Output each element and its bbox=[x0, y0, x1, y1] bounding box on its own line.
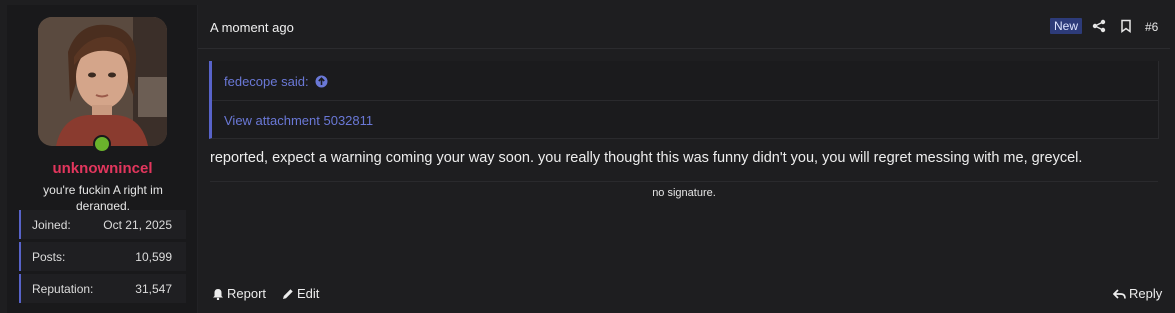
stat-value: Oct 21, 2025 bbox=[103, 217, 172, 232]
share-icon[interactable] bbox=[1092, 19, 1106, 33]
pencil-icon bbox=[283, 288, 293, 299]
edit-button[interactable]: Edit bbox=[282, 286, 319, 301]
post-container: unknownincel you're fuckin A right im de… bbox=[0, 0, 1175, 313]
post-timestamp[interactable]: A moment ago bbox=[210, 20, 294, 35]
new-badge: New bbox=[1050, 18, 1083, 34]
stat-joined: Joined: Oct 21, 2025 bbox=[19, 210, 186, 239]
quote-block: fedecope said: View attachment 5032811 bbox=[209, 61, 1159, 139]
reply-icon bbox=[1113, 288, 1126, 299]
post-header: A moment ago New #6 bbox=[198, 5, 1170, 49]
stat-value: 10,599 bbox=[135, 249, 172, 264]
stat-reputation: Reputation: 31,547 bbox=[19, 274, 186, 303]
stat-label: Joined: bbox=[32, 217, 71, 232]
stat-label: Posts: bbox=[32, 249, 66, 264]
quote-header: fedecope said: bbox=[212, 61, 1158, 101]
post-main: A moment ago New #6 fedecope said: View … bbox=[198, 5, 1175, 313]
post-number[interactable]: #6 bbox=[1145, 20, 1158, 34]
post-message: reported, expect a warning coming your w… bbox=[210, 150, 1083, 166]
report-label: Report bbox=[227, 286, 267, 301]
signature-divider bbox=[210, 181, 1158, 182]
signature: no signature. bbox=[652, 187, 716, 199]
reply-button[interactable]: Reply bbox=[1113, 286, 1162, 301]
report-button[interactable]: Report bbox=[212, 286, 266, 301]
user-sidebar: unknownincel you're fuckin A right im de… bbox=[7, 5, 198, 313]
bookmark-icon[interactable] bbox=[1119, 19, 1133, 33]
bell-icon bbox=[213, 288, 223, 300]
reply-label: Reply bbox=[1129, 286, 1163, 301]
quote-author-label: fedecope said: bbox=[224, 74, 309, 89]
online-status-indicator bbox=[93, 135, 111, 153]
stat-posts: Posts: 10,599 bbox=[19, 242, 186, 271]
username[interactable]: unknownincel bbox=[7, 160, 198, 177]
quote-author-link[interactable]: fedecope said: bbox=[224, 74, 328, 89]
arrow-up-circle-icon[interactable] bbox=[315, 75, 328, 88]
edit-label: Edit bbox=[297, 286, 320, 301]
stat-value: 31,547 bbox=[135, 281, 172, 296]
avatar[interactable] bbox=[38, 17, 167, 146]
stat-label: Reputation: bbox=[32, 281, 94, 296]
attachment-link[interactable]: View attachment 5032811 bbox=[224, 113, 373, 128]
avatar-image bbox=[38, 17, 167, 146]
